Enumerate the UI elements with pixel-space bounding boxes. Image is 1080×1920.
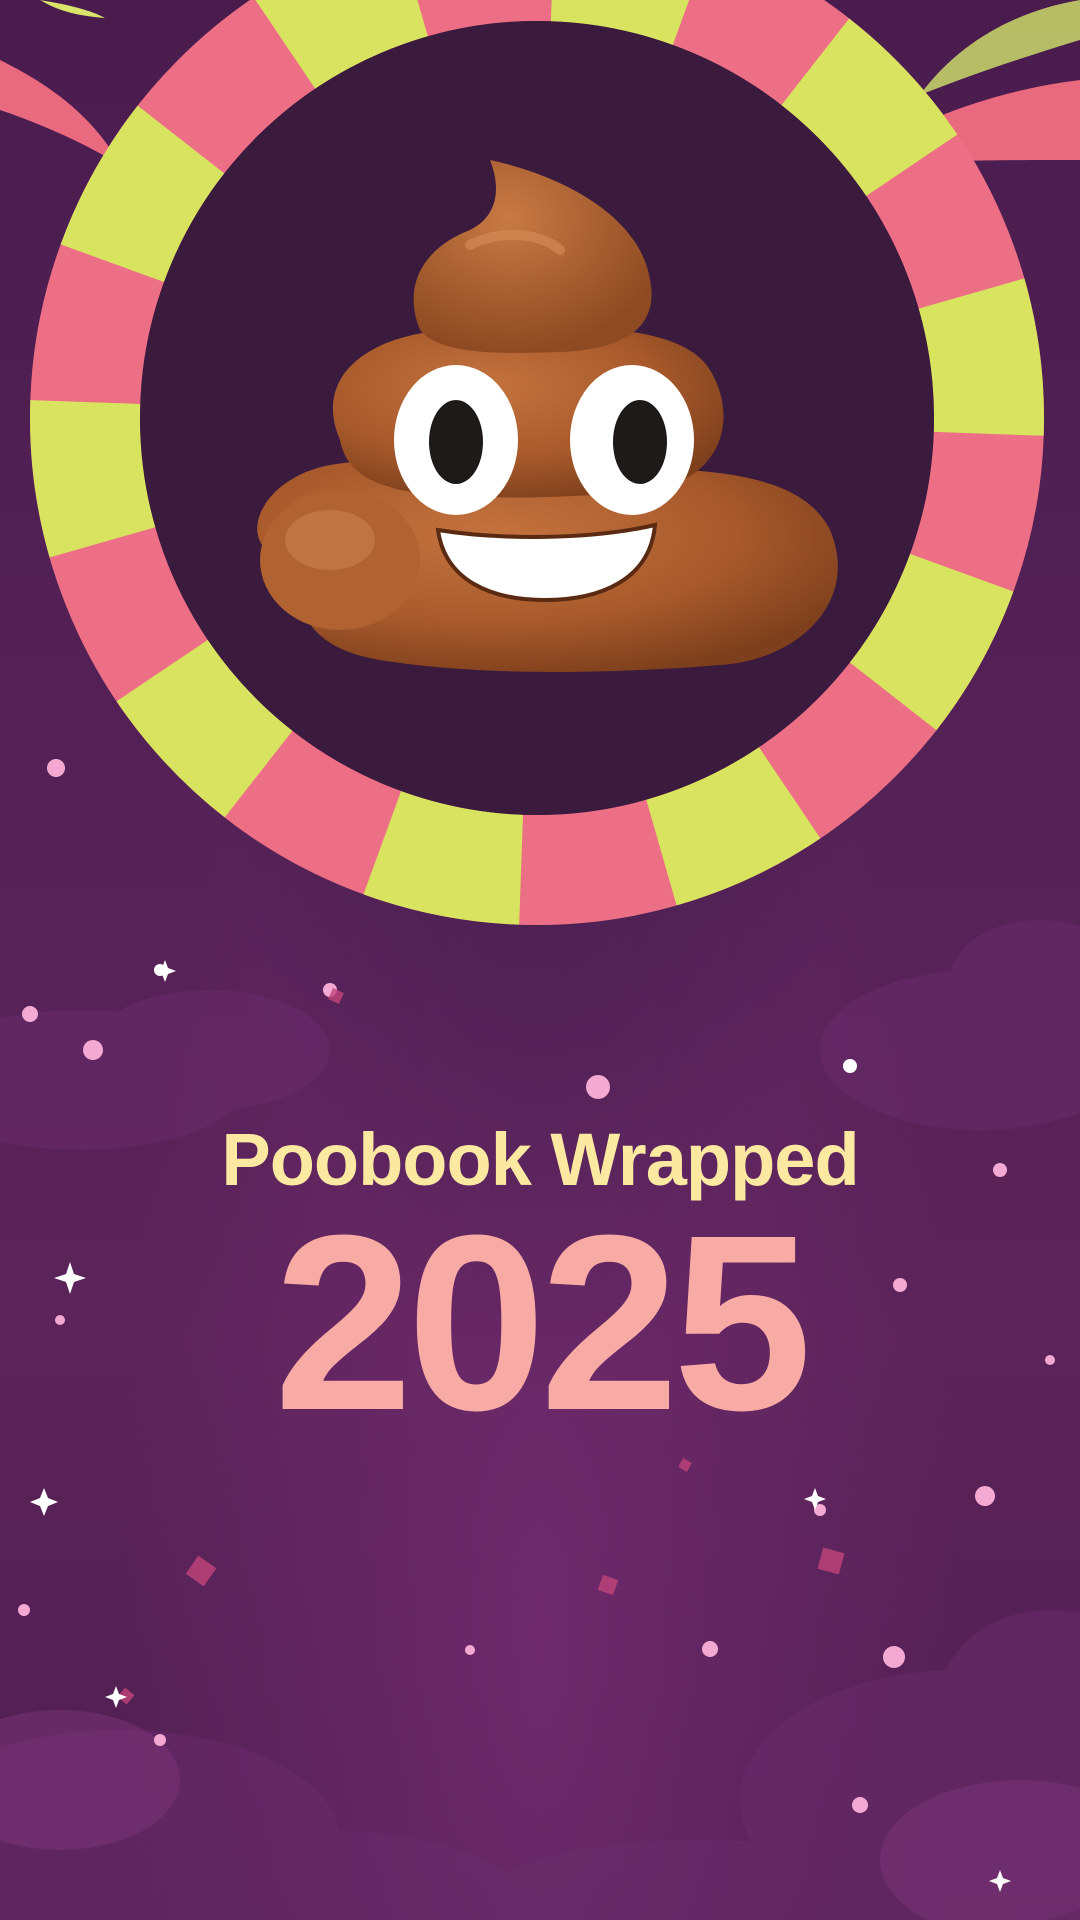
title-block: Poobook Wrapped 2025 [0, 1120, 1080, 1462]
wrapped-year: 2025 [273, 1183, 812, 1462]
emblem-ring [29, 0, 1044, 925]
wrapped-cover-screen: Poobook Wrapped 2025 [0, 0, 1080, 1920]
